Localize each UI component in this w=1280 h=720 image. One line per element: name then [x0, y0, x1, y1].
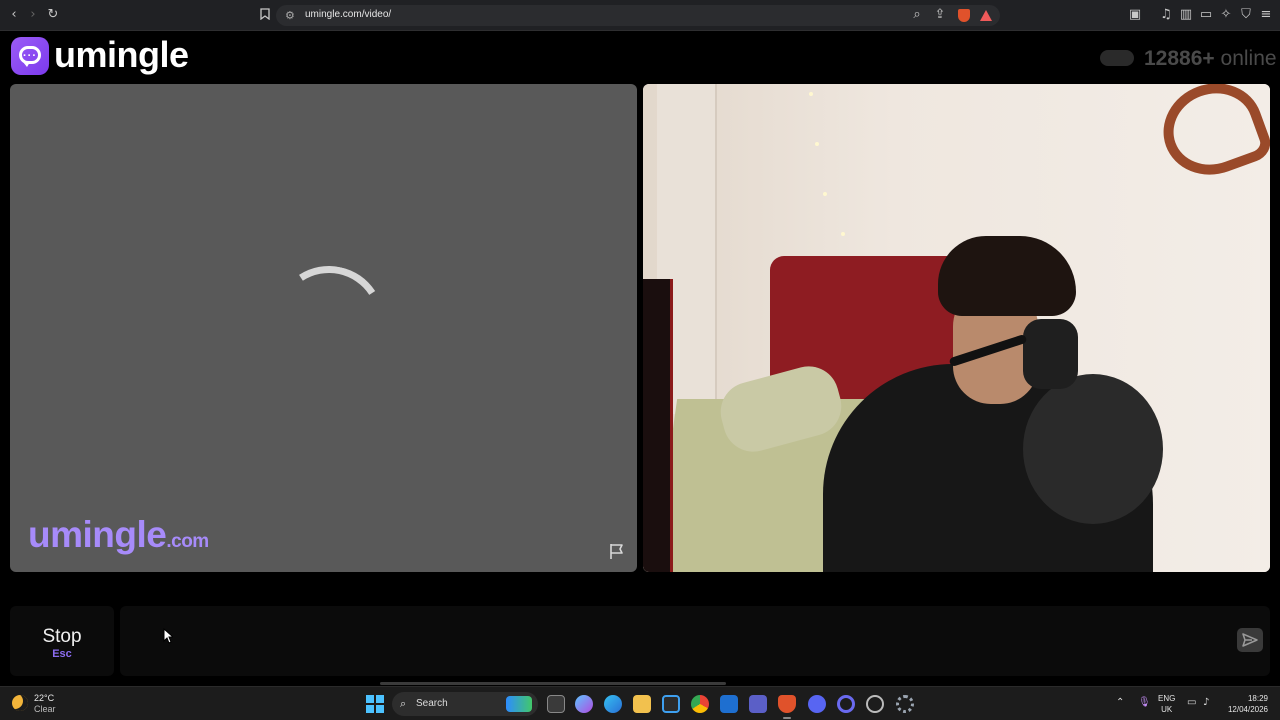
loading-spinner [263, 255, 395, 387]
share-icon[interactable]: ⇪ [933, 8, 947, 22]
obs-icon[interactable] [837, 695, 855, 713]
sidebar-icon[interactable]: ▥ [1179, 8, 1193, 22]
language-code: ENG [1158, 694, 1176, 703]
media-icon[interactable]: ♫ [1159, 8, 1173, 22]
reload-icon[interactable]: ↻ [46, 8, 60, 22]
status-strip [10, 580, 1270, 592]
url-text[interactable]: umingle.com/video/ [305, 9, 391, 20]
volume-icon[interactable]: ♪ [1203, 697, 1209, 708]
windows-start-icon[interactable] [366, 695, 384, 713]
weather-moon-icon[interactable] [12, 695, 28, 711]
file-explorer-icon[interactable] [633, 695, 651, 713]
mail-icon[interactable] [720, 695, 738, 713]
menu-icon[interactable]: ≡ [1259, 8, 1273, 22]
language-indicator[interactable]: ENG UK [1158, 693, 1175, 715]
edge-icon[interactable] [604, 695, 622, 713]
umingle-logo-icon[interactable]: ··· [11, 37, 49, 75]
report-flag-icon[interactable] [608, 542, 626, 560]
online-count-suffix: online [1220, 47, 1277, 70]
back-icon[interactable]: ‹ [7, 8, 21, 22]
self-video-panel [643, 84, 1270, 572]
chat-box [120, 606, 1270, 676]
watermark-name: umingle [28, 514, 167, 555]
microphone-icon[interactable]: 🎙 [1138, 697, 1151, 708]
weather-temperature[interactable]: 22°C [34, 693, 54, 703]
discord-icon[interactable] [808, 695, 826, 713]
leo-ai-icon[interactable]: ✧ [1219, 8, 1233, 22]
watermark-domain: .com [166, 531, 209, 552]
wallet-icon[interactable]: ▭ [1199, 8, 1213, 22]
brave-browser-icon[interactable] [778, 695, 796, 719]
zoom-icon[interactable]: ⌕ [910, 8, 924, 22]
search-highlight-icon [506, 696, 532, 712]
copilot-icon[interactable] [575, 695, 593, 713]
stop-button[interactable]: Stop Esc [10, 606, 114, 676]
address-bar[interactable]: ⚙ umingle.com/video/ [276, 5, 1000, 26]
bookmark-icon[interactable] [258, 8, 272, 22]
browser-toolbar: ‹ › ↻ ⚙ umingle.com/video/ ⌕ ⇪ ▣ ♫ ▥ ▭ ✧… [0, 0, 1280, 31]
vpn-icon[interactable]: ⛉ [1239, 8, 1253, 22]
teams-icon[interactable] [749, 695, 767, 713]
tab-search-icon[interactable]: ▣ [1128, 8, 1142, 22]
language-region: UK [1161, 705, 1173, 714]
video-watermark: umingle.com [28, 514, 209, 556]
task-view-icon[interactable] [547, 695, 565, 713]
store-icon[interactable] [662, 695, 680, 713]
horizontal-scrollbar[interactable] [380, 682, 726, 685]
chrome-icon[interactable] [691, 695, 709, 713]
forward-icon[interactable]: › [26, 8, 40, 22]
clock-time: 18:29 [1247, 694, 1268, 703]
chat-input[interactable] [120, 606, 1230, 676]
settings-gear-icon[interactable] [896, 695, 914, 713]
steam-icon[interactable] [866, 695, 884, 713]
online-toggle[interactable] [1100, 50, 1134, 66]
clock-date: 12/04/2026 [1227, 705, 1268, 714]
taskbar-search[interactable]: ⌕ Search [392, 692, 538, 716]
online-counter: 12886+ online [1144, 47, 1277, 71]
search-icon: ⌕ [400, 697, 407, 710]
tray-overflow-icon[interactable]: ⌃ [1116, 697, 1124, 708]
site-logo-text[interactable]: umingle [54, 34, 189, 76]
windows-taskbar: 22°C Clear ⌕ Search ⌃ 🎙 ENG UK ▭ ♪ 18:29 1… [0, 686, 1280, 720]
brave-rewards-icon[interactable] [980, 10, 992, 21]
system-clock[interactable]: 18:29 12/04/2026 [1222, 693, 1268, 715]
brave-shield-icon[interactable] [958, 9, 970, 22]
site-info-icon[interactable]: ⚙ [285, 9, 295, 22]
stop-button-label: Stop [42, 626, 82, 647]
search-label: Search [416, 698, 448, 709]
stop-shortcut-hint: Esc [52, 648, 72, 660]
send-button[interactable] [1237, 628, 1263, 652]
weather-condition[interactable]: Clear [34, 704, 56, 714]
online-count-number: 12886+ [1144, 47, 1215, 70]
mouse-cursor-icon [163, 628, 173, 644]
send-icon [1242, 633, 1258, 647]
stranger-video-panel: umingle.com [10, 84, 637, 572]
network-icon[interactable]: ▭ [1187, 697, 1196, 708]
